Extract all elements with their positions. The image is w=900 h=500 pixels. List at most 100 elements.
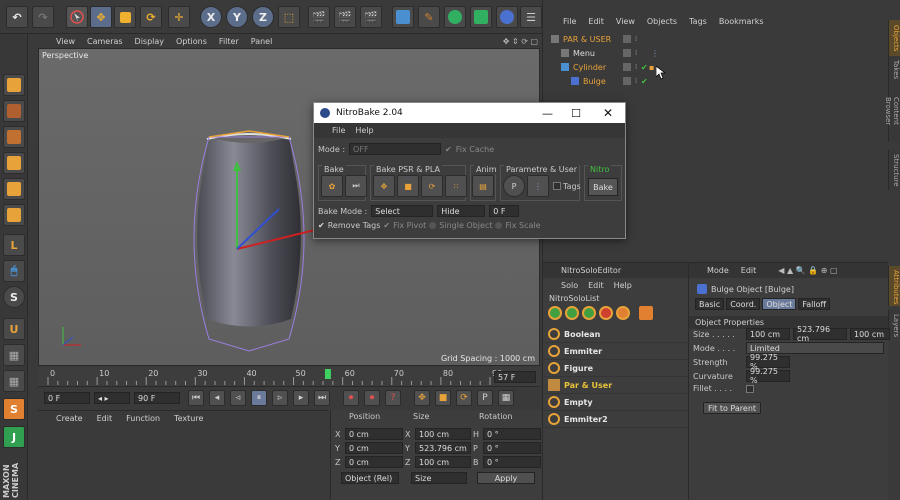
- attr-tab-basic[interactable]: Basic: [695, 298, 725, 310]
- view-menu-display[interactable]: Display: [135, 37, 165, 46]
- render-view-icon[interactable]: 🎬: [308, 6, 330, 28]
- object-dots-icon[interactable]: ⁞: [635, 35, 637, 43]
- object-row[interactable]: Bulge ⁞ ✔: [547, 74, 877, 88]
- bake-all-icon[interactable]: ✿: [321, 175, 343, 197]
- solo-menu-help[interactable]: Help: [614, 281, 632, 290]
- fix-cache-checkbox[interactable]: ✔: [445, 145, 452, 154]
- key-rotate-icon[interactable]: ⟳: [456, 390, 472, 406]
- solo-green-icon-2[interactable]: [565, 306, 579, 320]
- attr-tab-falloff[interactable]: Falloff: [798, 298, 831, 310]
- mat-menu-create[interactable]: Create: [56, 414, 83, 423]
- coord-position-field[interactable]: 0 cm: [345, 442, 403, 454]
- key-grid-icon[interactable]: ▦: [498, 390, 514, 406]
- bake-pla-icon[interactable]: ⁙: [445, 175, 467, 197]
- record-icon[interactable]: ⏺: [343, 390, 359, 406]
- attr-size-z[interactable]: 100 cm: [850, 328, 890, 340]
- user-data-tag-icon[interactable]: ⋮: [651, 49, 659, 58]
- dialog-titlebar[interactable]: NitroBake 2.04 — ☐ ✕: [314, 103, 625, 123]
- coord-size-mode-select[interactable]: Size: [411, 472, 467, 484]
- y-axis-icon[interactable]: Y: [226, 6, 248, 28]
- mode-select[interactable]: OFF: [349, 143, 442, 155]
- view-menu-panel[interactable]: Panel: [251, 37, 273, 46]
- obj-menu-file[interactable]: File: [563, 17, 576, 26]
- model-mode-icon[interactable]: [3, 100, 25, 122]
- bake-scale-icon[interactable]: ■: [397, 175, 419, 197]
- side-tab-content-browser[interactable]: Content Browser: [884, 80, 900, 142]
- frame-field[interactable]: 0 F: [489, 205, 520, 217]
- render-picture-icon[interactable]: 🎬: [334, 6, 356, 28]
- view-menu-options[interactable]: Options: [176, 37, 207, 46]
- solo-menu-solo[interactable]: Solo: [561, 281, 578, 290]
- solo-list-item[interactable]: Emmiter2: [543, 411, 688, 428]
- axis-mode-icon[interactable]: L: [3, 234, 25, 256]
- dlg-menu-help[interactable]: Help: [355, 126, 373, 135]
- select-icon[interactable]: [66, 6, 88, 28]
- coord-apply-button[interactable]: Apply: [477, 472, 535, 484]
- fix-scale-check[interactable]: [495, 222, 503, 229]
- key-move-icon[interactable]: ✥: [414, 390, 430, 406]
- obj-menu-tags[interactable]: Tags: [689, 17, 707, 26]
- obj-menu-bookmarks[interactable]: Bookmarks: [719, 17, 764, 26]
- remove-tags-check[interactable]: ✔: [318, 221, 325, 230]
- end-frame-field[interactable]: 90 F: [134, 392, 180, 404]
- magnet-icon[interactable]: U: [3, 318, 25, 340]
- solo-red-icon[interactable]: [599, 306, 613, 320]
- solo-green-icon-1[interactable]: [548, 306, 562, 320]
- start-frame-field[interactable]: 0 F: [44, 392, 90, 404]
- fix-pivot-check[interactable]: ✔: [383, 221, 390, 230]
- minimize-button[interactable]: —: [542, 107, 553, 120]
- bake-rotation-icon[interactable]: ⟳: [421, 175, 443, 197]
- side-tab-attributes[interactable]: Attributes: [888, 266, 900, 306]
- nurbs-icon[interactable]: [444, 6, 466, 28]
- auto-key-icon[interactable]: ⏺: [364, 390, 380, 406]
- fit-to-parent-button[interactable]: Fit to Parent: [703, 402, 761, 414]
- object-dots-icon[interactable]: ⁞: [635, 49, 637, 57]
- object-name[interactable]: Menu: [573, 49, 595, 58]
- coord-position-field[interactable]: 0 cm: [345, 428, 403, 440]
- script-icon[interactable]: S: [3, 398, 25, 420]
- view-menu-filter[interactable]: Filter: [219, 37, 239, 46]
- light-icon[interactable]: ☰: [520, 6, 542, 28]
- keyframe-help-icon[interactable]: ?: [385, 390, 401, 406]
- playhead[interactable]: [324, 369, 331, 379]
- solo-list-item[interactable]: Empty: [543, 394, 688, 411]
- solo-menu-edit[interactable]: Edit: [588, 281, 604, 290]
- coord-size-field[interactable]: 100 cm: [415, 428, 471, 440]
- coord-mode-select[interactable]: Object (Rel): [341, 472, 399, 484]
- object-name[interactable]: Cylinder: [573, 63, 606, 72]
- polygon-mode-icon[interactable]: [3, 204, 25, 226]
- attr-curvature-field[interactable]: 99.275 %: [746, 367, 790, 385]
- timeline-ruler[interactable]: 0102030405060708090: [38, 367, 540, 387]
- dlg-menu-file[interactable]: File: [332, 126, 345, 135]
- hide-select[interactable]: Hide: [437, 205, 486, 217]
- object-row[interactable]: Cylinder ⁞ ✔ ▪: [547, 60, 877, 74]
- side-tab-structure[interactable]: Structure: [888, 150, 900, 190]
- cube-icon[interactable]: [392, 6, 414, 28]
- solo-list-item[interactable]: Par & User: [543, 377, 688, 394]
- object-check-icon[interactable]: ✔: [641, 77, 648, 86]
- key-scale-icon[interactable]: ■: [435, 390, 451, 406]
- coord-position-field[interactable]: 0 cm: [345, 456, 403, 468]
- undo-icon[interactable]: ↶: [6, 6, 28, 28]
- plugin-icon[interactable]: J: [3, 426, 25, 448]
- solo-list-item[interactable]: Boolean: [543, 326, 688, 343]
- view-menu-view[interactable]: View: [56, 37, 75, 46]
- bake-anim-icon[interactable]: ▤: [472, 175, 494, 197]
- object-check-icon[interactable]: ✔: [641, 63, 648, 72]
- redo-icon[interactable]: ↷: [32, 6, 54, 28]
- go-end-icon[interactable]: ⏭: [314, 390, 330, 406]
- coord-rotation-field[interactable]: 0 °: [483, 456, 541, 468]
- bake-next-icon[interactable]: ⏭: [345, 175, 367, 197]
- bulge-cylinder-object[interactable]: [179, 129, 319, 354]
- object-dots-icon[interactable]: ⁞: [635, 77, 637, 85]
- bake-param-icon[interactable]: P: [503, 175, 525, 197]
- point-mode-icon[interactable]: [3, 152, 25, 174]
- scale-icon[interactable]: [114, 6, 136, 28]
- z-axis-icon[interactable]: Z: [252, 6, 274, 28]
- coord-size-field[interactable]: 523.796 cm: [415, 442, 471, 454]
- single-object-check[interactable]: [429, 222, 437, 229]
- deformer-icon[interactable]: [496, 6, 518, 28]
- view-menu-cameras[interactable]: Cameras: [87, 37, 123, 46]
- coord-system-icon[interactable]: ⬚: [278, 6, 300, 28]
- go-start-icon[interactable]: ⏮: [188, 390, 204, 406]
